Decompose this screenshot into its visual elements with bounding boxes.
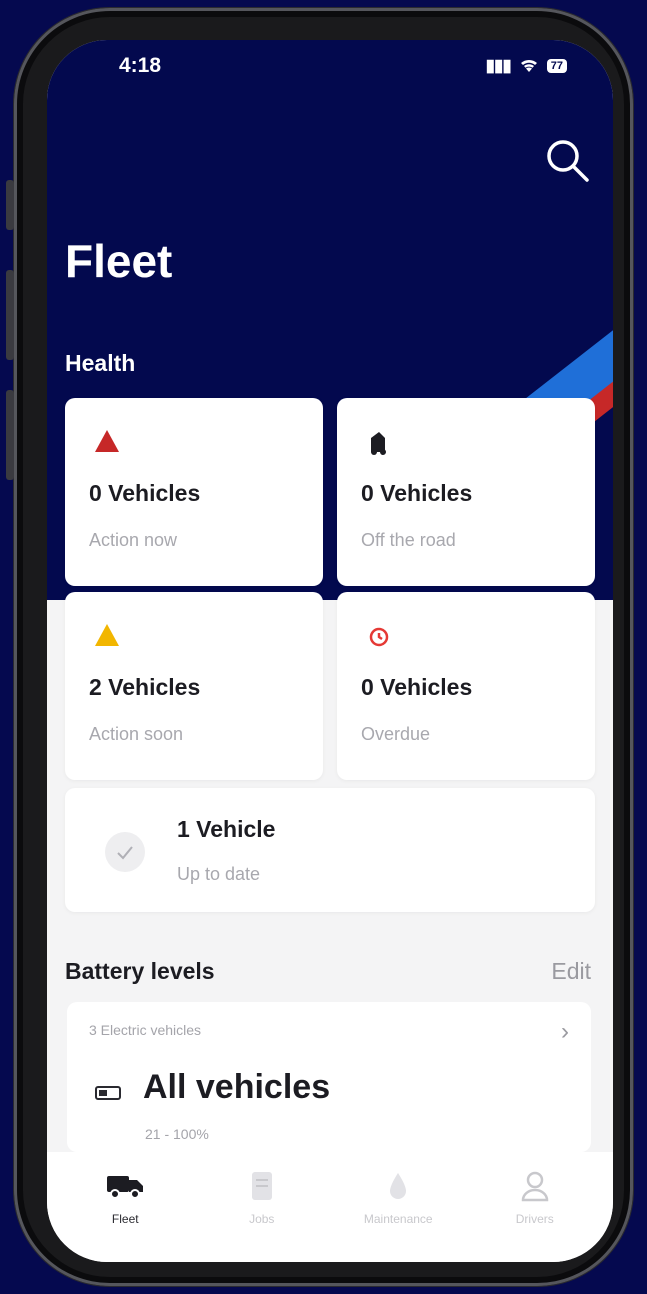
battery-icon: 77 bbox=[546, 59, 567, 73]
tab-fleet[interactable]: Fleet bbox=[57, 1170, 194, 1262]
health-card-off-road[interactable]: 0 Vehicles Off the road bbox=[337, 398, 595, 586]
tab-maintenance[interactable]: Maintenance bbox=[330, 1170, 467, 1262]
edit-button[interactable]: Edit bbox=[551, 958, 591, 985]
document-icon bbox=[242, 1170, 282, 1202]
health-card-status: Action soon bbox=[89, 724, 184, 744]
app-screen: 4:18 ▮▮▮ 77 Fleet Health 0 Vehicles Acti… bbox=[47, 40, 613, 1262]
volume-up-button bbox=[6, 270, 14, 360]
checkmark-icon bbox=[105, 832, 145, 872]
search-button[interactable] bbox=[543, 136, 591, 184]
status-time: 4:18 bbox=[119, 54, 162, 77]
tab-label: Drivers bbox=[515, 1212, 554, 1226]
tab-label: Jobs bbox=[249, 1212, 275, 1226]
health-card-count: 0 Vehicles bbox=[361, 674, 473, 700]
health-card-status: Action now bbox=[89, 530, 178, 550]
battery-range: 21 - 100% bbox=[145, 1126, 209, 1142]
health-card-overdue[interactable]: 0 Vehicles Overdue bbox=[337, 592, 595, 780]
overdue-clock-icon bbox=[369, 627, 389, 647]
volume-down-button bbox=[6, 390, 14, 480]
bottom-tab-bar: Fleet Jobs Maintenance Drivers bbox=[47, 1152, 613, 1262]
cellular-signal-icon: ▮▮▮ bbox=[485, 56, 512, 75]
health-card-action-now[interactable]: 0 Vehicles Action now bbox=[65, 398, 323, 586]
health-card-status: Off the road bbox=[361, 530, 456, 550]
battery-level-icon bbox=[95, 1086, 121, 1100]
health-card-count: 2 Vehicles bbox=[89, 674, 201, 700]
tab-label: Fleet bbox=[111, 1212, 139, 1226]
tab-jobs[interactable]: Jobs bbox=[194, 1170, 331, 1262]
tab-drivers[interactable]: Drivers bbox=[467, 1170, 604, 1262]
health-card-status: Overdue bbox=[361, 724, 431, 744]
health-card-up-to-date[interactable]: 1 Vehicle Up to date bbox=[65, 788, 595, 912]
drop-icon bbox=[378, 1170, 418, 1202]
health-card-status: Up to date bbox=[177, 864, 261, 884]
health-card-count: 0 Vehicles bbox=[361, 480, 473, 506]
chevron-right-icon[interactable]: › bbox=[561, 1018, 569, 1046]
warning-triangle-yellow-icon bbox=[95, 624, 119, 646]
search-icon bbox=[547, 140, 589, 182]
status-icons: ▮▮▮ 77 bbox=[486, 56, 567, 76]
health-card-count: 0 Vehicles bbox=[89, 480, 201, 506]
health-card-count: 1 Vehicle bbox=[177, 816, 276, 842]
status-bar: 4:18 ▮▮▮ 77 bbox=[47, 54, 613, 84]
wifi-icon bbox=[520, 59, 537, 72]
health-section-label: Health bbox=[65, 350, 136, 376]
tab-label: Maintenance bbox=[363, 1212, 433, 1226]
battery-section-label: Battery levels bbox=[65, 958, 215, 984]
page-title: Fleet bbox=[65, 235, 173, 287]
mute-switch bbox=[6, 180, 14, 230]
battery-card[interactable]: 3 Electric vehicles › All vehicles 21 - … bbox=[67, 1002, 591, 1152]
electric-vehicle-count: 3 Electric vehicles bbox=[89, 1022, 202, 1038]
tow-truck-icon bbox=[371, 432, 386, 455]
battery-group-title: All vehicles bbox=[143, 1068, 331, 1106]
person-icon bbox=[515, 1170, 555, 1202]
warning-triangle-red-icon bbox=[95, 430, 119, 452]
health-card-action-soon[interactable]: 2 Vehicles Action soon bbox=[65, 592, 323, 780]
truck-icon bbox=[105, 1170, 145, 1202]
